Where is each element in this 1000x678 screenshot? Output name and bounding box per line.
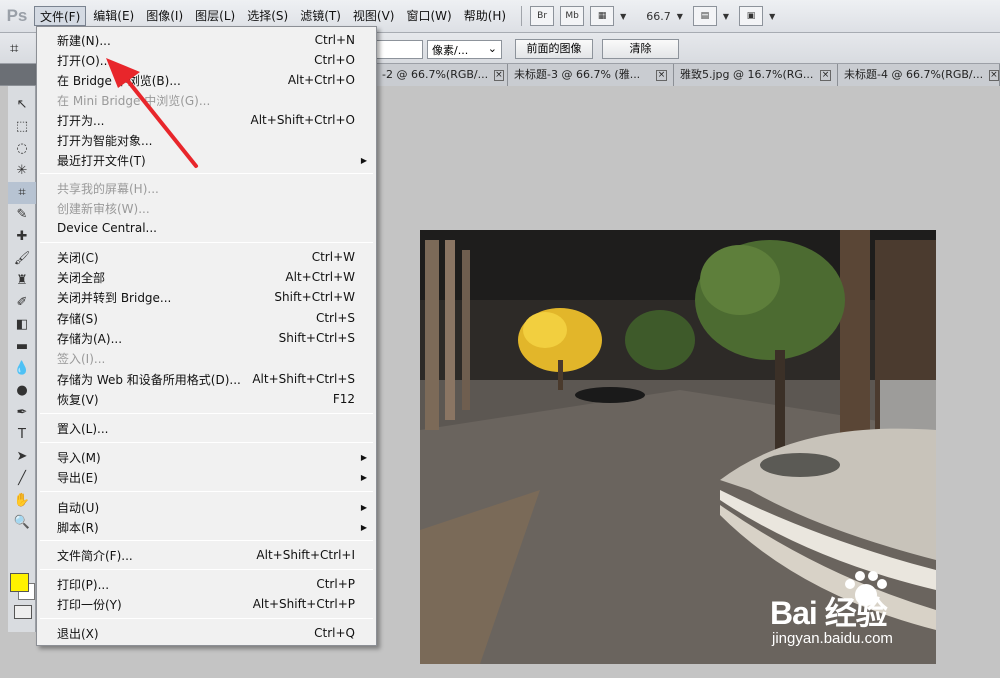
red-pointer-arrow-icon [106, 58, 198, 168]
